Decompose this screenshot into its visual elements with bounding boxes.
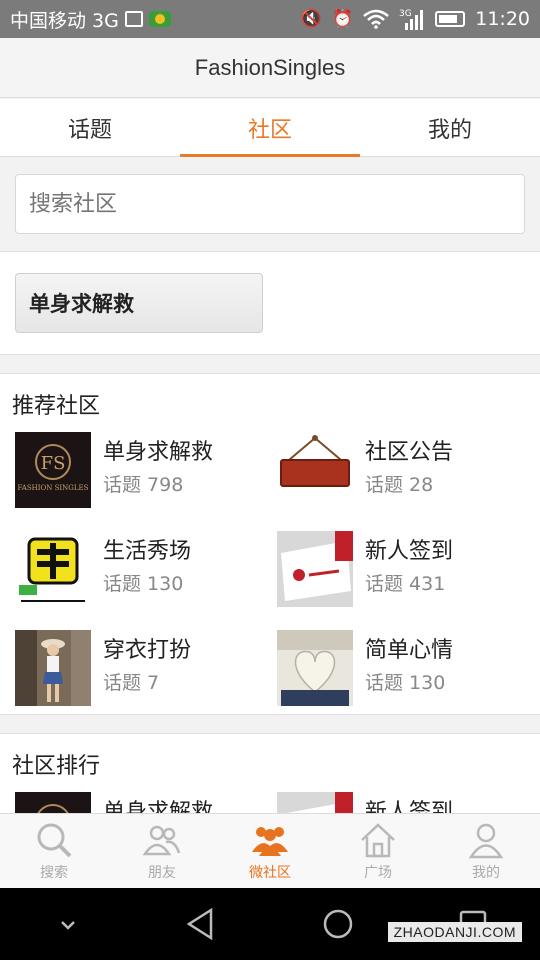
community-name: 单身求解救 — [103, 800, 214, 813]
topic-count: 28 — [409, 474, 434, 496]
battery-icon — [435, 11, 466, 27]
tab-mine-label: 我的 — [427, 117, 472, 143]
girl-photo-icon — [15, 630, 91, 706]
alarm-icon: ⏰ — [332, 8, 354, 29]
tab-topics-label: 话题 — [67, 117, 112, 143]
fashion-singles-logo-icon — [15, 792, 91, 813]
book-heart-photo-icon — [277, 630, 353, 706]
status-bar: 中国移动 3G 🔇 ⏰ 3G 11:20 — [0, 0, 540, 38]
topic-label: 话题 — [365, 474, 404, 496]
community-name: 新人签到 — [365, 800, 454, 813]
signal-icon: 3G — [399, 9, 424, 30]
ranking-item[interactable]: 新人签到 — [270, 792, 540, 813]
tab-community-label: 社区 — [247, 117, 292, 143]
bottom-tab-mine[interactable]: 我的 — [432, 814, 540, 888]
home-icon — [361, 823, 395, 858]
svg-text:FASHION SINGLES: FASHION SINGLES — [18, 484, 89, 492]
tab-topics[interactable]: 话题 — [0, 99, 180, 156]
topic-count: 431 — [409, 573, 446, 595]
community-name: 新人签到 — [365, 539, 454, 564]
community-icon — [252, 827, 288, 856]
svg-text:FS: FS — [41, 453, 66, 474]
community-item[interactable]: 新人签到 话题 431 — [270, 531, 540, 630]
topic-label: 话题 — [103, 672, 142, 694]
wifi-icon — [363, 9, 390, 29]
tab-mine[interactable]: 我的 — [360, 99, 540, 156]
screenshot-icon — [124, 11, 143, 27]
search-area — [0, 158, 540, 250]
ranking-item[interactable]: 单身求解救 — [0, 792, 270, 813]
ranking-title: 社区排行 — [12, 754, 101, 779]
profile-icon — [468, 823, 504, 859]
notice-sign-icon — [277, 432, 353, 508]
home-button-icon[interactable] — [316, 902, 360, 946]
recommended-communities: 推荐社区 FS FASHION SINGLES 单身求解救 话题 798 社区公告 … — [0, 373, 540, 715]
bottom-tab-community[interactable]: 微社区 — [216, 814, 324, 888]
community-name: 单身求解救 — [103, 440, 214, 465]
search-icon — [37, 823, 72, 858]
sign-in-card-icon — [277, 792, 353, 813]
community-item[interactable]: FS FASHION SINGLES 单身求解救 话题 798 — [0, 432, 270, 531]
tab-community[interactable]: 社区 — [180, 99, 360, 157]
watermark: ZHAODANJI.COM — [387, 922, 522, 942]
friends-icon — [142, 825, 181, 856]
bottom-tab-square[interactable]: 广场 — [324, 814, 432, 888]
joined-community-label: 单身求解救 — [29, 292, 134, 316]
app-notification-icon — [148, 11, 171, 27]
clock: 11:20 — [475, 8, 530, 30]
bottom-tab-label: 搜索 — [40, 865, 68, 881]
network-type-label: 3G — [399, 9, 412, 19]
topic-label: 话题 — [103, 474, 142, 496]
community-name: 穿衣打扮 — [103, 638, 192, 663]
joined-community-button[interactable]: 单身求解救 — [15, 273, 263, 333]
system-nav-bar: ZHAODANJI.COM — [0, 888, 540, 960]
topic-label: 话题 — [365, 573, 404, 595]
topic-count: 7 — [147, 672, 160, 694]
mute-icon: 🔇 — [300, 8, 323, 29]
bottom-tab-friends[interactable]: 朋友 — [108, 814, 216, 888]
topic-label: 话题 — [103, 573, 142, 595]
bottom-tab-label: 朋友 — [148, 865, 176, 881]
community-ranking: 社区排行 单身求解救 新人签到 — [0, 733, 540, 813]
show-logo-icon — [15, 531, 91, 607]
bottom-tab-label: 微社区 — [249, 865, 291, 881]
community-name: 社区公告 — [365, 440, 454, 465]
bottom-tab-search[interactable]: 搜索 — [0, 814, 108, 888]
search-community-input[interactable] — [15, 174, 525, 234]
joined-communities: 单身求解救 — [0, 251, 540, 355]
topic-count: 130 — [147, 573, 184, 595]
bottom-tab-label: 广场 — [364, 865, 392, 881]
topic-label: 话题 — [365, 672, 404, 694]
bottom-tab-label: 我的 — [472, 865, 500, 881]
recommended-title: 推荐社区 — [12, 394, 101, 419]
community-item[interactable]: 社区公告 话题 28 — [270, 432, 540, 531]
topic-count: 798 — [147, 474, 184, 496]
back-icon[interactable] — [181, 902, 225, 946]
carrier-label: 中国移动 3G — [10, 9, 119, 32]
community-name: 生活秀场 — [103, 539, 192, 564]
community-name: 简单心情 — [365, 638, 454, 663]
app-title-bar: FashionSingles — [0, 38, 540, 98]
fashion-singles-logo-icon: FS FASHION SINGLES — [15, 432, 91, 508]
bottom-tab-bar: 搜索 朋友 微社区 广场 我的 — [0, 813, 540, 888]
chevron-down-icon[interactable] — [46, 902, 90, 946]
topic-count: 130 — [409, 672, 446, 694]
top-tabs: 话题 社区 我的 — [0, 99, 540, 157]
community-item[interactable]: 简单心情 话题 130 — [270, 630, 540, 729]
community-item[interactable]: 生活秀场 话题 130 — [0, 531, 270, 630]
sign-in-card-icon — [277, 531, 353, 607]
app-title: FashionSingles — [194, 54, 346, 80]
community-item[interactable]: 穿衣打扮 话题 7 — [0, 630, 270, 729]
